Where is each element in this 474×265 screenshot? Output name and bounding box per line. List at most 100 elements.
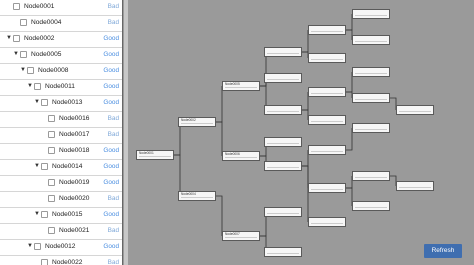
tree-node-select[interactable] (311, 223, 343, 227)
tree-node-select[interactable] (267, 213, 299, 217)
sidebar-scrollbar[interactable] (124, 0, 128, 265)
tree-node-select[interactable] (311, 121, 343, 125)
tree-node-select[interactable] (399, 111, 431, 115)
expand-toggle-icon[interactable]: ▼ (20, 67, 26, 73)
tree-node[interactable] (264, 161, 302, 171)
tree-node[interactable] (396, 105, 434, 115)
tree-row[interactable]: Node0019 Good (0, 176, 122, 192)
tree-row[interactable]: Node0021 Bad (0, 224, 122, 240)
tree-row[interactable]: ▼ Node0002 Good (0, 32, 122, 48)
tree-node[interactable] (264, 105, 302, 115)
tree-node-select[interactable] (139, 156, 171, 160)
tree-row[interactable]: Node0016 Bad (0, 112, 122, 128)
row-checkbox[interactable] (48, 195, 55, 202)
row-checkbox[interactable] (34, 83, 41, 90)
tree-node-select[interactable] (267, 79, 299, 83)
tree-node-select[interactable] (355, 207, 387, 211)
tree-row[interactable]: ▼ Node0015 Good (0, 208, 122, 224)
row-checkbox[interactable] (20, 19, 27, 26)
tree-node[interactable]: Node0002 (178, 117, 216, 127)
tree-node[interactable] (264, 137, 302, 147)
row-checkbox[interactable] (41, 211, 48, 218)
expand-toggle-icon[interactable]: ▼ (34, 211, 40, 217)
tree-node-select[interactable] (311, 93, 343, 97)
tree-row[interactable]: Node0004 Bad (0, 16, 122, 32)
tree-node[interactable] (308, 53, 346, 63)
row-checkbox[interactable] (41, 99, 48, 106)
tree-node[interactable] (264, 47, 302, 57)
tree-node[interactable]: Node0006 (222, 151, 260, 161)
tree-node[interactable] (308, 87, 346, 97)
tree-node[interactable] (396, 181, 434, 191)
tree-row[interactable]: Node0020 Bad (0, 192, 122, 208)
tree-node-select[interactable] (225, 157, 257, 161)
tree-node-select[interactable] (181, 197, 213, 201)
tree-row[interactable]: Node0018 Good (0, 144, 122, 160)
tree-row[interactable]: ▼ Node0013 Good (0, 96, 122, 112)
tree-row[interactable]: ▼ Node0011 Good (0, 80, 122, 96)
tree-node[interactable]: Node0007 (222, 231, 260, 241)
tree-node-select[interactable] (225, 237, 257, 241)
row-checkbox[interactable] (48, 131, 55, 138)
tree-node-select[interactable] (355, 41, 387, 45)
tree-node-select[interactable] (399, 187, 431, 191)
row-checkbox[interactable] (13, 3, 20, 10)
row-checkbox[interactable] (20, 51, 27, 58)
expand-toggle-icon[interactable]: ▼ (13, 51, 19, 57)
tree-node[interactable]: Node0005 (222, 81, 260, 91)
tree-row[interactable]: Node0017 Bad (0, 128, 122, 144)
tree-node[interactable] (308, 115, 346, 125)
tree-row[interactable]: Node0022 Bad (0, 256, 122, 265)
tree-node-select[interactable] (267, 143, 299, 147)
tree-node-select[interactable] (267, 167, 299, 171)
tree-row[interactable]: Node0001 Bad (0, 0, 122, 16)
tree-node-select[interactable] (225, 87, 257, 91)
tree-node[interactable] (308, 145, 346, 155)
tree-node[interactable] (352, 67, 390, 77)
row-checkbox[interactable] (34, 243, 41, 250)
tree-node[interactable] (308, 25, 346, 35)
row-checkbox[interactable] (27, 67, 34, 74)
tree-node-select[interactable] (355, 177, 387, 181)
tree-row[interactable]: ▼ Node0012 Good (0, 240, 122, 256)
tree-node-select[interactable] (267, 53, 299, 57)
expand-toggle-icon[interactable]: ▼ (27, 83, 33, 89)
tree-row[interactable]: ▼ Node0014 Good (0, 160, 122, 176)
tree-node-select[interactable] (267, 111, 299, 115)
tree-node-select[interactable] (355, 15, 387, 19)
tree-node-select[interactable] (311, 151, 343, 155)
refresh-button[interactable]: Refresh (424, 244, 462, 258)
tree-node[interactable] (352, 9, 390, 19)
row-checkbox[interactable] (48, 147, 55, 154)
expand-toggle-icon[interactable]: ▼ (34, 163, 40, 169)
row-checkbox[interactable] (48, 179, 55, 186)
tree-node[interactable] (264, 73, 302, 83)
tree-node-select[interactable] (355, 73, 387, 77)
expand-toggle-icon[interactable]: ▼ (27, 243, 33, 249)
tree-row[interactable]: ▼ Node0008 Good (0, 64, 122, 80)
tree-node-select[interactable] (311, 189, 343, 193)
tree-node-select[interactable] (267, 253, 299, 257)
tree-node[interactable] (308, 217, 346, 227)
tree-node[interactable] (352, 93, 390, 103)
tree-node-select[interactable] (355, 99, 387, 103)
tree-canvas[interactable]: Node0001 Node0002 Node0004 Node0005 Node0006… (130, 0, 474, 265)
row-checkbox[interactable] (41, 163, 48, 170)
tree-node[interactable] (264, 207, 302, 217)
tree-node-select[interactable] (311, 59, 343, 63)
tree-node[interactable] (352, 171, 390, 181)
tree-node-select[interactable] (181, 123, 213, 127)
expand-toggle-icon[interactable]: ▼ (6, 35, 12, 41)
tree-node[interactable]: Node0004 (178, 191, 216, 201)
tree-node[interactable] (264, 247, 302, 257)
tree-node[interactable] (352, 35, 390, 45)
row-checkbox[interactable] (48, 115, 55, 122)
row-checkbox[interactable] (41, 259, 48, 265)
row-checkbox[interactable] (48, 227, 55, 234)
tree-node[interactable] (352, 123, 390, 133)
tree-node[interactable] (352, 201, 390, 211)
tree-node[interactable]: Node0001 (136, 150, 174, 160)
row-checkbox[interactable] (13, 35, 20, 42)
expand-toggle-icon[interactable]: ▼ (34, 99, 40, 105)
tree-row[interactable]: ▼ Node0005 Good (0, 48, 122, 64)
